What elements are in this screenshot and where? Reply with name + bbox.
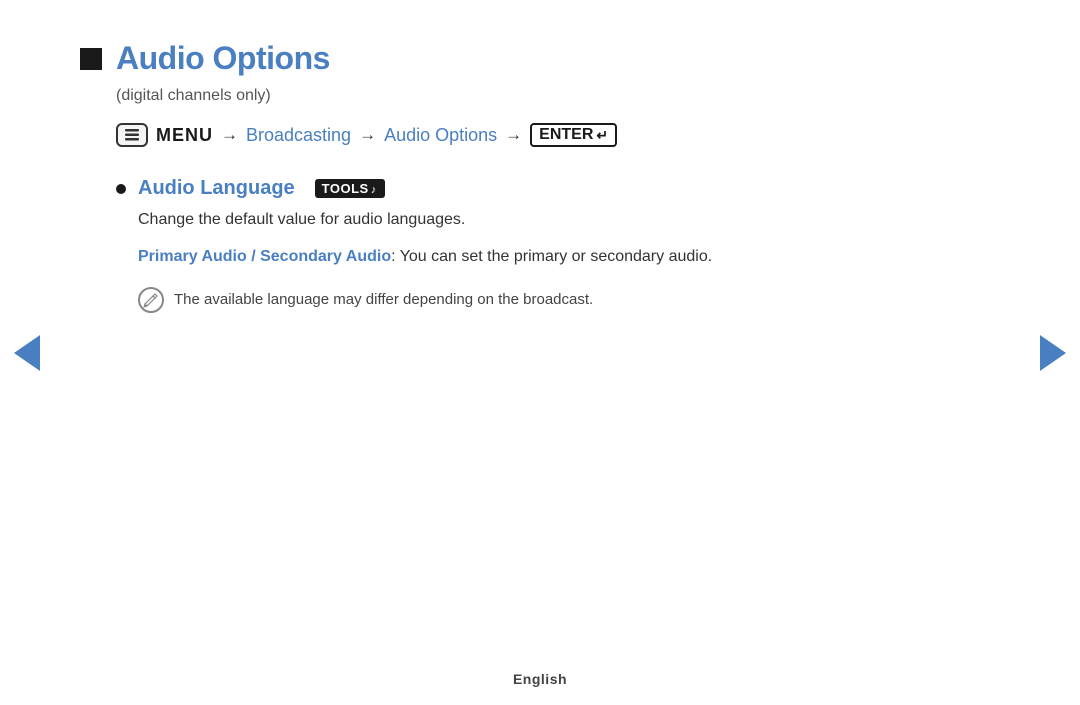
tools-badge: TOOLS♪: [315, 179, 385, 198]
breadcrumb: MENU → Broadcasting → Audio Options → EN…: [116, 123, 1000, 147]
note-row: The available language may differ depend…: [138, 286, 1000, 313]
note-icon: [138, 287, 164, 313]
nav-arrow-right[interactable]: [1038, 335, 1068, 371]
page-container: Audio Options (digital channels only) ME…: [0, 0, 1080, 705]
breadcrumb-arrow-1: →: [221, 125, 238, 145]
page-subtitle: (digital channels only): [116, 87, 1000, 105]
primary-secondary-link: Primary Audio / Secondary Audio: [138, 248, 391, 265]
description-text: Change the default value for audio langu…: [138, 208, 1000, 232]
page-title: Audio Options: [116, 40, 330, 77]
breadcrumb-arrow-3: →: [505, 125, 522, 145]
pencil-icon: [143, 292, 159, 308]
primary-secondary-row: Primary Audio / Secondary Audio: You can…: [138, 244, 1000, 270]
enter-arrow-icon: ↵: [596, 127, 608, 144]
right-arrow-icon: [1040, 335, 1066, 371]
enter-button: ENTER↵: [530, 123, 617, 147]
section-icon: [80, 48, 102, 70]
audio-language-row: Audio Language TOOLS♪: [116, 177, 1000, 200]
primary-secondary-text: : You can set the primary or secondary a…: [391, 248, 712, 265]
menu-symbol-icon: [124, 127, 140, 143]
menu-icon: [116, 123, 148, 147]
footer-language: English: [513, 671, 567, 687]
breadcrumb-audio-options: Audio Options: [384, 125, 497, 146]
footer: English: [513, 671, 567, 687]
audio-language-label: Audio Language: [138, 177, 295, 200]
breadcrumb-broadcasting: Broadcasting: [246, 125, 351, 146]
note-text: The available language may differ depend…: [174, 286, 593, 312]
menu-label: MENU: [156, 125, 213, 146]
breadcrumb-arrow-2: →: [359, 125, 376, 145]
tools-note-icon: ♪: [371, 184, 377, 196]
bullet-icon: [116, 184, 126, 194]
nav-arrow-left[interactable]: [12, 335, 42, 371]
title-row: Audio Options: [80, 40, 1000, 77]
left-arrow-icon: [14, 335, 40, 371]
tools-badge-label: TOOLS: [322, 181, 369, 196]
section-content: Audio Language TOOLS♪ Change the default…: [116, 177, 1000, 313]
enter-label: ENTER: [539, 126, 593, 144]
